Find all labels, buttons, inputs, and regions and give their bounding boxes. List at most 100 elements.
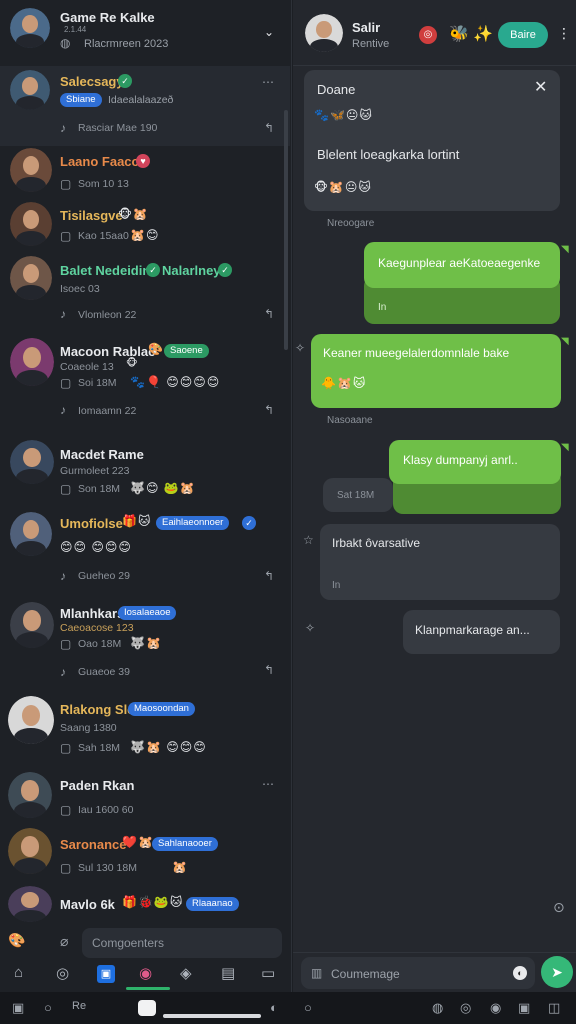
contact-name: Mlanhkars — [60, 606, 125, 621]
gallery-icon[interactable]: ▤ — [221, 964, 235, 982]
contact-name: Macoon Rablac — [60, 344, 156, 359]
chat-list-item[interactable]: Salecsagy ✓ Sbiane Idaealalaazeð ⋯ ♪ Ras… — [0, 66, 290, 146]
more-icon[interactable]: ⋯ — [262, 778, 274, 790]
account-subtitle: Rlacrmreen 2023 — [84, 38, 169, 50]
contact-avatar — [10, 338, 54, 386]
reaction-add-icon[interactable]: ☆ — [303, 534, 314, 546]
conversation-status: Rentive — [352, 38, 390, 50]
bottom-nav: ⌂ ◎ ▣ ◉ ◈ ▤ ▭ — [0, 960, 292, 990]
status-pill: Saoene — [164, 344, 209, 358]
keyboard-icon[interactable]: Re — [72, 1000, 86, 1012]
primary-header-button[interactable]: Baire — [498, 22, 548, 48]
chat-list-item[interactable]: Tisilasgve 🐵🐹 ▢ Kao 15aa0 🐹😊 — [0, 198, 290, 252]
chat-list-item[interactable]: Mlanhkars Iosalaeaoe Caeoacose 123 ▢ Oao… — [0, 596, 290, 690]
reply-icon[interactable]: ↰ — [264, 308, 274, 320]
calendar-icon: ▢ — [60, 177, 72, 191]
attach-icon[interactable]: ⌀ — [60, 934, 68, 948]
verified-icon: ✓ — [118, 74, 132, 88]
status-pill: Maosoondan — [128, 702, 195, 716]
calendar-icon: ▢ — [60, 637, 72, 651]
notification-icon[interactable]: ◫ — [548, 1000, 560, 1016]
emoji-reactions: 🐹 — [172, 860, 188, 874]
account-header[interactable]: Game Re Kalke 2.1.44 ◍ Rlacrmreen 2023 ⌄ — [0, 0, 292, 62]
chat-list-item[interactable]: Paden Rkan ⋯ ▢ Iau 1600 60 — [0, 766, 290, 822]
outgoing-message[interactable]: Kaegunplear aeKatoeaegenke — [364, 242, 560, 288]
system-navigation-bar: ▣ ○ Re ◐ ○ ◍ ◎ ◉ ▣ ◫ — [0, 992, 576, 1024]
home-icon[interactable]: ⌂ — [14, 964, 23, 981]
discover-icon[interactable]: ◈ — [180, 964, 192, 982]
active-tab-indicator — [126, 987, 170, 990]
stories-icon[interactable]: ◉ — [139, 964, 152, 982]
contact-avatar — [10, 70, 50, 110]
scroll-down-icon[interactable]: ⊙ — [553, 900, 565, 914]
reply-icon[interactable]: ↰ — [264, 404, 274, 416]
chats-tab-icon[interactable]: ▣ — [97, 965, 115, 983]
chat-list-item[interactable]: Saronance ❤️🐹 Sahlanaooer ▢ Sul 130 18M … — [0, 822, 290, 882]
contact-name: Mavlo 6k — [60, 897, 115, 912]
battery-icon[interactable]: ▣ — [518, 1000, 530, 1016]
incoming-message[interactable]: Irbakt ôvarsative In — [320, 524, 560, 600]
chat-list-item[interactable]: Umofiolse 🎁🐱 Eaihlaeonnoer ✓ 😊😊 😊😊😊 ♪ Gu… — [0, 506, 290, 596]
sound-icon[interactable]: ◉ — [490, 1000, 501, 1016]
incoming-card-message[interactable]: Doane ✕ 🐾🦋😐🐱 Blelent loeagkarka lortint … — [304, 70, 560, 211]
chat-meta: Sah 18M — [78, 742, 121, 754]
sparkle-icon[interactable]: ✨ — [473, 24, 494, 44]
close-icon[interactable]: ✕ — [534, 80, 547, 96]
camera-icon[interactable]: ◎ — [56, 964, 69, 982]
contact-avatar — [10, 256, 52, 300]
message-input[interactable]: ▥ Coumemage ◐ — [301, 957, 535, 989]
contact-avatar[interactable] — [305, 14, 343, 52]
sticker-icon[interactable]: 🎨 — [8, 932, 26, 949]
more-vertical-icon[interactable]: ⋮ — [557, 26, 571, 40]
chat-meta-secondary: Guaeoe 39 — [78, 666, 130, 678]
chat-list-item[interactable]: Mavlo 6k 🎁🐞🐸🐱 Rlaaanao — [0, 882, 290, 922]
calendar-icon: ▢ — [60, 376, 72, 390]
lock-icon[interactable]: ◍ — [432, 1000, 443, 1016]
record-icon[interactable]: ◎ — [419, 26, 437, 44]
reply-icon[interactable]: ↰ — [264, 664, 274, 676]
settings-icon[interactable]: ▭ — [261, 964, 275, 982]
tail-icon: ◥ — [561, 336, 570, 347]
tail-icon: ◥ — [561, 244, 570, 255]
chat-meta: Oao 18M — [78, 638, 122, 650]
chat-list-item[interactable]: Macoon Rablac 🎨 Saoene Coaeole 13 🐵 ▢ So… — [0, 332, 290, 432]
chevron-down-icon[interactable]: ⌄ — [264, 26, 274, 38]
gallery-icon[interactable]: ▥ — [311, 967, 322, 979]
left-input-placeholder: Comgoenters — [92, 936, 165, 950]
conversation-title: Salir — [352, 20, 381, 35]
outgoing-message[interactable]: Klasy dumpanyj anrl.. — [389, 440, 561, 484]
status-pill: Sbiane — [60, 93, 102, 107]
left-message-input[interactable]: Comgoenters — [82, 928, 282, 958]
chat-meta: Som 10 13 — [78, 178, 129, 190]
status-pill: Rlaaanao — [186, 897, 239, 911]
contact-avatar — [8, 886, 52, 922]
circle-icon[interactable]: ○ — [44, 1000, 52, 1015]
emoji-reactions: ❤️🐹 — [122, 835, 154, 849]
reaction-add-icon[interactable]: ✧ — [295, 342, 305, 354]
reply-icon[interactable]: ↰ — [264, 570, 274, 582]
account-avatar[interactable] — [10, 8, 50, 48]
chat-meta: Son 18M — [78, 483, 121, 495]
sticker-icon[interactable]: ◐ — [513, 966, 527, 980]
chat-list-item[interactable]: Rlakong Sle Maosoondan Saang 1380 ▢ Sah … — [0, 690, 290, 766]
home-button[interactable] — [138, 1000, 156, 1016]
outgoing-message[interactable]: Keaner mueegelalerdomnlale bake 🐥🐹🐱 — [311, 334, 561, 408]
more-icon[interactable]: ⋯ — [262, 76, 274, 88]
send-button[interactable]: ➤ — [541, 956, 573, 988]
contact-avatar — [8, 772, 52, 818]
chat-list-item[interactable]: Laano Faacc ♥ ▢ Som 10 13 — [0, 146, 290, 198]
assistant-icon[interactable]: ◐ — [270, 1000, 278, 1015]
calendar-icon: ▢ — [60, 803, 72, 817]
chat-list-item[interactable]: Macdet Rame Gurmoleet 223 ▢ Son 18M 🐺😊 🐸… — [0, 432, 290, 506]
reaction-add-icon[interactable]: ✧ — [305, 622, 315, 634]
circle-icon[interactable]: ○ — [304, 1000, 312, 1015]
recents-icon[interactable]: ▣ — [12, 1000, 24, 1016]
incoming-message[interactable]: Klanpmarkarage an... — [403, 610, 560, 654]
reply-icon[interactable]: ↰ — [264, 122, 274, 134]
emoji-reactions: 🐺🐹 😊😊😊 — [130, 740, 207, 754]
chat-list-item[interactable]: Balet Nedeidine ✓ Nalarlney ✓ Isoec 03 ♪… — [0, 252, 290, 332]
heart-icon: ♥ — [136, 154, 150, 168]
emoji-icon[interactable]: 🐝 — [449, 24, 470, 44]
wifi-icon[interactable]: ◎ — [460, 1000, 471, 1016]
home-gesture-bar[interactable] — [163, 1014, 261, 1018]
